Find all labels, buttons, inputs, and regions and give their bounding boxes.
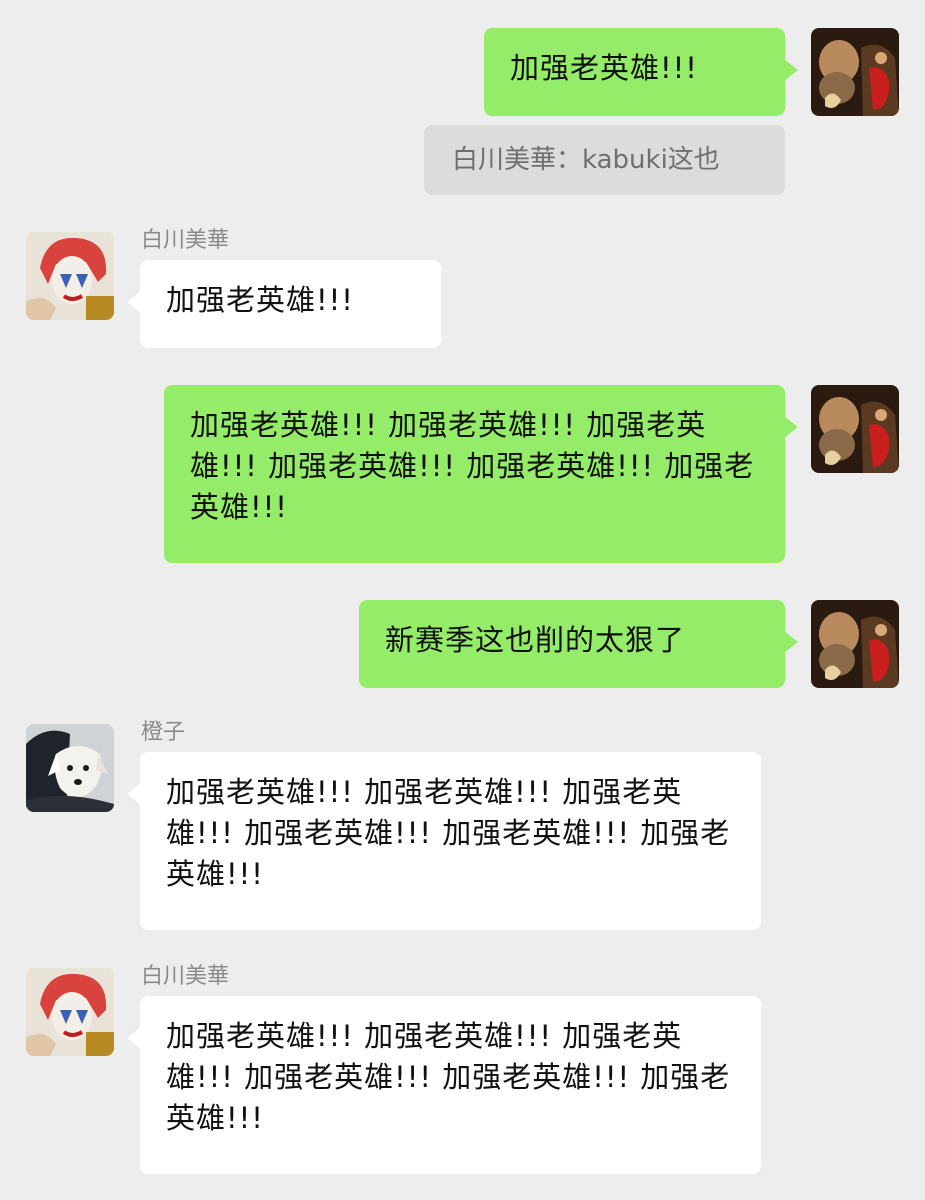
clown-makeup-portrait-icon (26, 232, 114, 320)
message-text: 新赛季这也削的太狠了 (385, 623, 686, 657)
message-text: 加强老英雄!!! 加强老英雄!!! 加强老英雄!!! 加强老英雄!!! 加强老英… (166, 775, 731, 891)
quote-notice[interactable]: 白川美華：kabuki这也 (424, 125, 785, 195)
bubble-tail (784, 416, 798, 438)
message-bubble[interactable]: 加强老英雄!!! 加强老英雄!!! 加强老英雄!!! 加强老英雄!!! 加强老英… (127, 996, 761, 1174)
message-text: 加强老英雄!!! (510, 51, 698, 85)
my-avatar[interactable] (811, 28, 899, 116)
message-bubble[interactable]: 加强老英雄!!! 加强老英雄!!! 加强老英雄!!! 加强老英雄!!! 加强老英… (127, 752, 761, 930)
message-text: 加强老英雄!!! 加强老英雄!!! 加强老英雄!!! 加强老英雄!!! 加强老英… (166, 1019, 731, 1135)
painting-portrait-icon (811, 600, 899, 688)
bubble-tail (127, 291, 141, 313)
message-text: 加强老英雄!!! (166, 283, 354, 317)
message-bubble[interactable]: 加强老英雄!!! (484, 28, 798, 116)
painting-portrait-icon (811, 385, 899, 473)
chengzi-avatar[interactable] (26, 724, 114, 812)
sender-name: 白川美華 (141, 228, 230, 253)
bubble-tail (127, 783, 141, 805)
my-avatar[interactable] (811, 385, 899, 473)
bubble-tail (784, 631, 798, 653)
white-puppy-icon (26, 724, 114, 812)
shirakawa-avatar[interactable] (26, 232, 114, 320)
painting-portrait-icon (811, 28, 899, 116)
clown-makeup-portrait-icon (26, 968, 114, 1056)
bubble-tail (127, 1027, 141, 1049)
notice-text: 白川美華：kabuki这也 (452, 145, 720, 175)
my-avatar[interactable] (811, 600, 899, 688)
bubble-tail (784, 59, 798, 81)
message-text: 加强老英雄!!! 加强老英雄!!! 加强老英雄!!! 加强老英雄!!! 加强老英… (190, 408, 755, 524)
message-bubble[interactable]: 新赛季这也削的太狠了 (359, 600, 798, 688)
shirakawa-avatar[interactable] (26, 968, 114, 1056)
message-bubble[interactable]: 加强老英雄!!! 加强老英雄!!! 加强老英雄!!! 加强老英雄!!! 加强老英… (164, 385, 798, 563)
sender-name: 橙子 (141, 720, 186, 745)
sender-name: 白川美華 (141, 964, 230, 989)
message-bubble[interactable]: 加强老英雄!!! (127, 260, 441, 348)
